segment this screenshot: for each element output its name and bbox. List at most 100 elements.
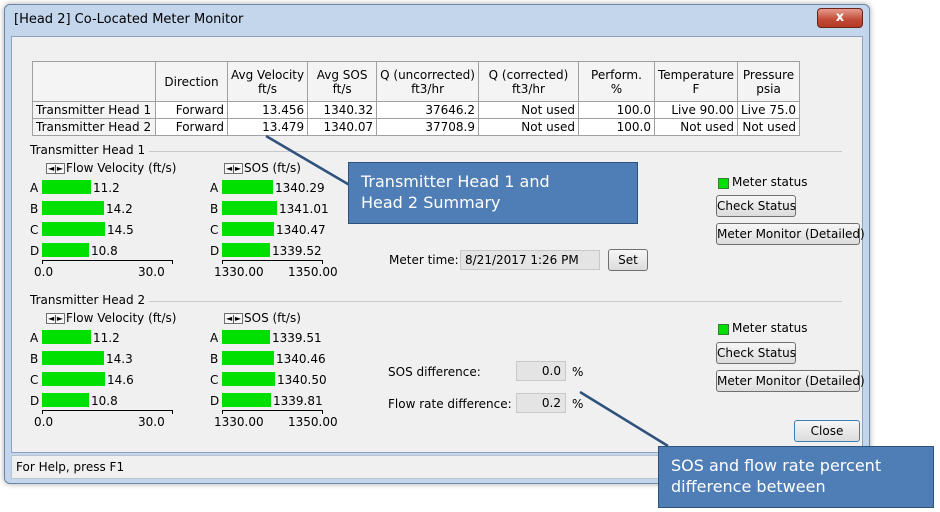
table-cell[interactable]: Not used bbox=[477, 101, 579, 119]
table-cell[interactable]: 37646.2 bbox=[376, 101, 479, 119]
head2-sos-bar bbox=[222, 351, 274, 365]
difference-callout-line: SOS and flow rate percent bbox=[671, 456, 882, 475]
table-cell[interactable]: Live 90.00 bbox=[653, 101, 739, 119]
meter-time-label: Meter time: bbox=[389, 253, 459, 267]
head1-sos-path-label: A bbox=[210, 181, 219, 195]
table-cell[interactable]: 100.0 bbox=[577, 118, 655, 136]
head2-flow-path-label: B bbox=[30, 352, 39, 366]
head1-flow-value-label: 11.2 bbox=[93, 181, 120, 195]
head2-sos-value-label: 1340.46 bbox=[276, 352, 326, 366]
meter-status-label: Meter status bbox=[732, 175, 808, 189]
scroll-arrows-icon[interactable]: ◄|► bbox=[224, 163, 243, 174]
head1-flow-value-label: 14.2 bbox=[106, 202, 133, 216]
head2-sos-path-label: D bbox=[210, 394, 220, 408]
column-header[interactable]: Avg Velocity ft/s bbox=[226, 61, 309, 102]
table-cell[interactable]: Forward bbox=[155, 118, 228, 136]
flow-rate-difference-unit: % bbox=[572, 397, 584, 411]
head1-flow-axis-min: 0.0 bbox=[34, 265, 54, 279]
sos-difference-label: SOS difference: bbox=[388, 365, 481, 379]
head2-flow-bar bbox=[42, 372, 105, 386]
head2-flow-value-label: 14.6 bbox=[107, 373, 134, 387]
row-header[interactable]: Transmitter Head 2 bbox=[32, 118, 156, 136]
table-cell[interactable]: Live 75.0 bbox=[736, 101, 801, 119]
head2-flow-value-label: 14.3 bbox=[106, 352, 133, 366]
head1-flow-axis-tick bbox=[172, 260, 173, 264]
check-status-button[interactable]: Check Status bbox=[716, 195, 796, 217]
head1-group-divider bbox=[32, 151, 842, 152]
meter-monitor-detailed-button[interactable]: Meter Monitor (Detailed) bbox=[716, 223, 865, 245]
sos-difference-unit: % bbox=[572, 365, 584, 379]
table-cell[interactable]: Forward bbox=[155, 101, 228, 119]
window-title: [Head 2] Co-Located Meter Monitor bbox=[14, 12, 244, 27]
head2-sos-axis-max: 1350.00 bbox=[288, 415, 338, 429]
meter-monitor-window: [Head 2] Co-Located Meter Monitor x Dire… bbox=[4, 4, 870, 484]
flow-rate-difference-field[interactable]: 0.2 bbox=[516, 393, 566, 413]
table-cell[interactable]: 13.479 bbox=[226, 118, 309, 136]
table-row[interactable]: Transmitter Head 2 Forward 13.479 1340.0… bbox=[32, 118, 801, 136]
meter-status-label: Meter status bbox=[732, 321, 808, 335]
row-header[interactable]: Transmitter Head 1 bbox=[32, 101, 156, 119]
head2-sos-bar bbox=[222, 393, 271, 407]
head2-flow-axis-tick bbox=[42, 410, 43, 414]
head1-sos-bar bbox=[222, 222, 274, 236]
table-cell[interactable]: 13.456 bbox=[226, 101, 309, 119]
head2-group-divider bbox=[32, 301, 842, 302]
head1-group-label: Transmitter Head 1 bbox=[30, 143, 150, 157]
column-header[interactable]: Perform.% bbox=[577, 61, 655, 102]
column-header[interactable]: Q (corrected) ft3/hr bbox=[477, 61, 579, 102]
table-corner[interactable] bbox=[32, 61, 156, 102]
meter-monitor-detailed-button[interactable]: Meter Monitor (Detailed) bbox=[716, 370, 865, 392]
column-header[interactable]: Avg SOS ft/s bbox=[307, 61, 378, 102]
head2-sos-path-label: A bbox=[210, 331, 219, 345]
head1-flow-value-label: 14.5 bbox=[107, 223, 134, 237]
column-header[interactable]: Q (uncorrected) ft3/hr bbox=[376, 61, 479, 102]
head2-sos-path-label: C bbox=[210, 373, 219, 387]
head2-sos-value-label: 1339.51 bbox=[272, 331, 322, 345]
head1-sos-axis-tick bbox=[322, 260, 323, 264]
table-cell[interactable]: 37708.9 bbox=[376, 118, 479, 136]
head2-sos-title: ◄|► SOS (ft/s) bbox=[224, 311, 301, 325]
head2-flow-path-label: D bbox=[30, 394, 40, 408]
head2-flow-axis-tick bbox=[172, 410, 173, 414]
table-cell[interactable]: Not used bbox=[477, 118, 579, 136]
head2-flow-axis bbox=[42, 410, 172, 411]
head2-sos-path-label: B bbox=[210, 352, 219, 366]
column-header[interactable]: Temperature F bbox=[653, 61, 739, 102]
head1-flow-axis bbox=[42, 260, 172, 261]
table-cell[interactable]: Not used bbox=[736, 118, 801, 136]
head1-sos-value-label: 1340.47 bbox=[276, 223, 326, 237]
head1-flow-axis-tick bbox=[42, 260, 43, 264]
table-row[interactable]: Transmitter Head 1 Forward 13.456 1340.3… bbox=[32, 101, 801, 119]
head1-flow-bar bbox=[42, 222, 105, 236]
check-status-button[interactable]: Check Status bbox=[716, 342, 796, 364]
head1-flow-path-label: A bbox=[30, 181, 39, 195]
head2-flow-path-label: A bbox=[30, 331, 39, 345]
table-cell[interactable]: 100.0 bbox=[577, 101, 655, 119]
head2-flow-bar bbox=[42, 351, 104, 365]
sos-difference-field[interactable]: 0.0 bbox=[516, 361, 566, 381]
window-close-button[interactable]: x bbox=[817, 8, 863, 28]
summary-callout-line: Transmitter Head 1 and bbox=[361, 172, 550, 191]
head2-sos-value-label: 1340.50 bbox=[277, 373, 327, 387]
table-cell[interactable]: 1340.32 bbox=[307, 101, 378, 119]
head2-flow-value-label: 10.8 bbox=[91, 394, 118, 408]
difference-callout-line: difference between bbox=[671, 477, 826, 496]
head2-flow-axis-max: 30.0 bbox=[138, 415, 165, 429]
set-button[interactable]: Set bbox=[608, 249, 648, 271]
dialog-client-area: Direction Avg Velocity ft/s Avg SOS ft/s Q… bbox=[11, 36, 865, 453]
scroll-arrows-icon[interactable]: ◄|► bbox=[46, 313, 65, 324]
meter-status-indicator bbox=[718, 178, 729, 189]
summary-callout: Transmitter Head 1 and Head 2 Summary bbox=[348, 162, 638, 224]
head1-sos-value-label: 1340.29 bbox=[275, 181, 325, 195]
title-bar[interactable]: [Head 2] Co-Located Meter Monitor x bbox=[5, 5, 869, 35]
head1-sos-title: ◄|► SOS (ft/s) bbox=[224, 161, 301, 175]
close-button[interactable]: Close bbox=[794, 420, 860, 442]
table-cell[interactable]: Not used bbox=[653, 118, 739, 136]
column-header[interactable]: Pressure psia bbox=[736, 61, 801, 102]
head1-sos-value-label: 1341.01 bbox=[279, 202, 329, 216]
column-header[interactable]: Direction bbox=[155, 61, 228, 102]
scroll-arrows-icon[interactable]: ◄|► bbox=[224, 313, 243, 324]
meter-time-field[interactable]: 8/21/2017 1:26 PM bbox=[460, 250, 600, 270]
table-cell[interactable]: 1340.07 bbox=[307, 118, 378, 136]
scroll-arrows-icon[interactable]: ◄|► bbox=[46, 163, 65, 174]
